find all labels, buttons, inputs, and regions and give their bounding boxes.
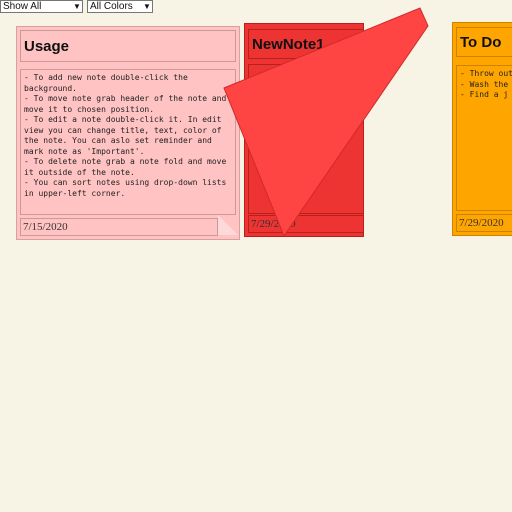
note-body[interactable]: - Throw out - Wash the - Find a j [456,65,512,211]
color-filter-select[interactable]: All Colors ▼ [87,0,153,13]
show-filter-value: Show All [3,1,42,12]
note-date: 7/29/2020 [456,214,512,232]
note-fold[interactable] [218,215,238,235]
note-body[interactable] [248,64,363,214]
note-body[interactable]: - To add new note double-click the backg… [20,69,236,215]
note-title[interactable]: To Do [456,27,512,57]
note-usage[interactable]: Usage - To add new note double-click the… [16,26,240,240]
filter-toolbar: Show All ▼ All Colors ▼ [0,0,153,14]
note-newnote1[interactable]: NewNote1 7/29/2020 [244,23,364,237]
note-todo[interactable]: To Do - Throw out - Wash the - Find a j … [452,22,512,236]
note-date: 7/15/2020 [20,218,218,236]
note-title[interactable]: Usage [20,30,236,62]
chevron-down-icon: ▼ [73,2,81,11]
note-date: 7/29/2020 [248,215,363,233]
show-filter-select[interactable]: Show All ▼ [0,0,83,13]
note-title[interactable]: NewNote1 [248,29,363,59]
color-filter-value: All Colors [90,1,133,12]
chevron-down-icon: ▼ [143,2,151,11]
